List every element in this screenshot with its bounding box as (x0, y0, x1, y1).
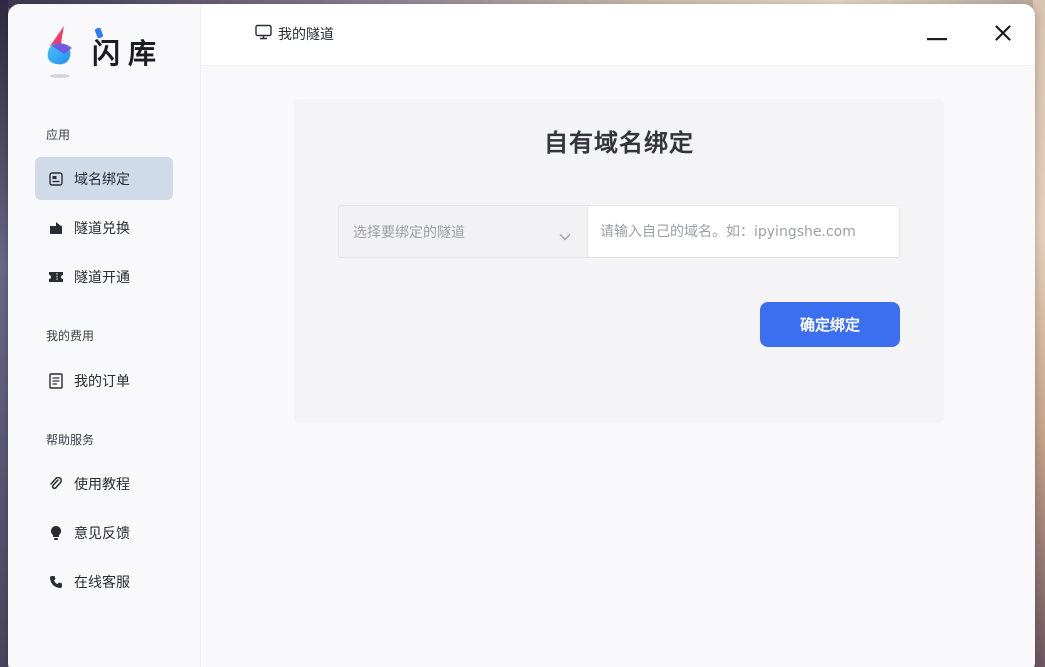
group-title-help: 帮助服务 (46, 433, 95, 447)
minimize-icon (927, 26, 947, 45)
close-button[interactable] (990, 22, 1016, 48)
monitor-icon (255, 24, 272, 44)
app-logo: 闪库 (42, 24, 164, 80)
sidebar-item-label: 域名绑定 (74, 171, 130, 188)
tab-my-tunnels[interactable]: 我的隧道 (255, 24, 334, 44)
phone-icon (48, 574, 64, 590)
sidebar-item-label: 我的订单 (74, 373, 130, 390)
app-name: 闪库 (92, 27, 165, 72)
group-title-billing: 我的费用 (46, 329, 95, 343)
sidebar-item-feedback[interactable]: 意见反馈 (35, 511, 173, 554)
sidebar-item-my-orders[interactable]: 我的订单 (35, 359, 173, 402)
sidebar-item-tunnel-exchange[interactable]: 隧道兑换 (35, 206, 173, 249)
sidebar-item-customer-service[interactable]: 在线客服 (35, 560, 173, 603)
app-window: 闪库 应用 域名绑定 隧道兑换 隧道开通 我的费用 我的订单 帮助服务 使用教程… (8, 4, 1035, 667)
sidebar-item-tunnel-open[interactable]: 隧道开通 (35, 255, 173, 298)
close-icon (995, 25, 1011, 45)
flash-logo-icon (42, 24, 80, 80)
sidebar-item-label: 使用教程 (74, 476, 130, 493)
title-bar: 我的隧道 (201, 4, 1035, 66)
lightbulb-icon (48, 525, 64, 541)
chevron-down-icon (559, 226, 571, 245)
sidebar-item-label: 意见反馈 (74, 525, 130, 542)
sidebar-item-label: 在线客服 (74, 574, 130, 591)
sidebar-item-label: 隧道兑换 (74, 220, 130, 237)
domain-input[interactable] (588, 206, 899, 257)
main-content: 自有域名绑定 选择要绑定的隧道 确定绑定 (201, 66, 1035, 667)
binding-form-row: 选择要绑定的隧道 (338, 205, 900, 258)
tunnel-select[interactable]: 选择要绑定的隧道 (339, 206, 588, 257)
domain-binding-card: 自有域名绑定 选择要绑定的隧道 确定绑定 (294, 99, 944, 423)
page-title: 自有域名绑定 (544, 129, 694, 157)
ticket-icon (48, 269, 64, 285)
document-icon (48, 372, 64, 389)
app-name-text: 闪库 (92, 37, 165, 70)
domain-card-icon (48, 171, 64, 187)
paperclip-icon (48, 476, 64, 492)
group-title-apps: 应用 (46, 128, 71, 142)
desktop-background-left (0, 0, 8, 667)
sidebar-item-label: 隧道开通 (74, 269, 130, 286)
confirm-binding-button[interactable]: 确定绑定 (760, 302, 900, 347)
tunnel-select-placeholder: 选择要绑定的隧道 (353, 224, 465, 241)
sidebar: 闪库 应用 域名绑定 隧道兑换 隧道开通 我的费用 我的订单 帮助服务 使用教程… (8, 4, 201, 667)
tab-label: 我的隧道 (278, 27, 334, 43)
sidebar-item-domain-binding[interactable]: 域名绑定 (35, 157, 173, 200)
minimize-button[interactable] (924, 22, 950, 48)
exchange-icon (48, 220, 64, 236)
sidebar-item-tutorial[interactable]: 使用教程 (35, 462, 173, 505)
